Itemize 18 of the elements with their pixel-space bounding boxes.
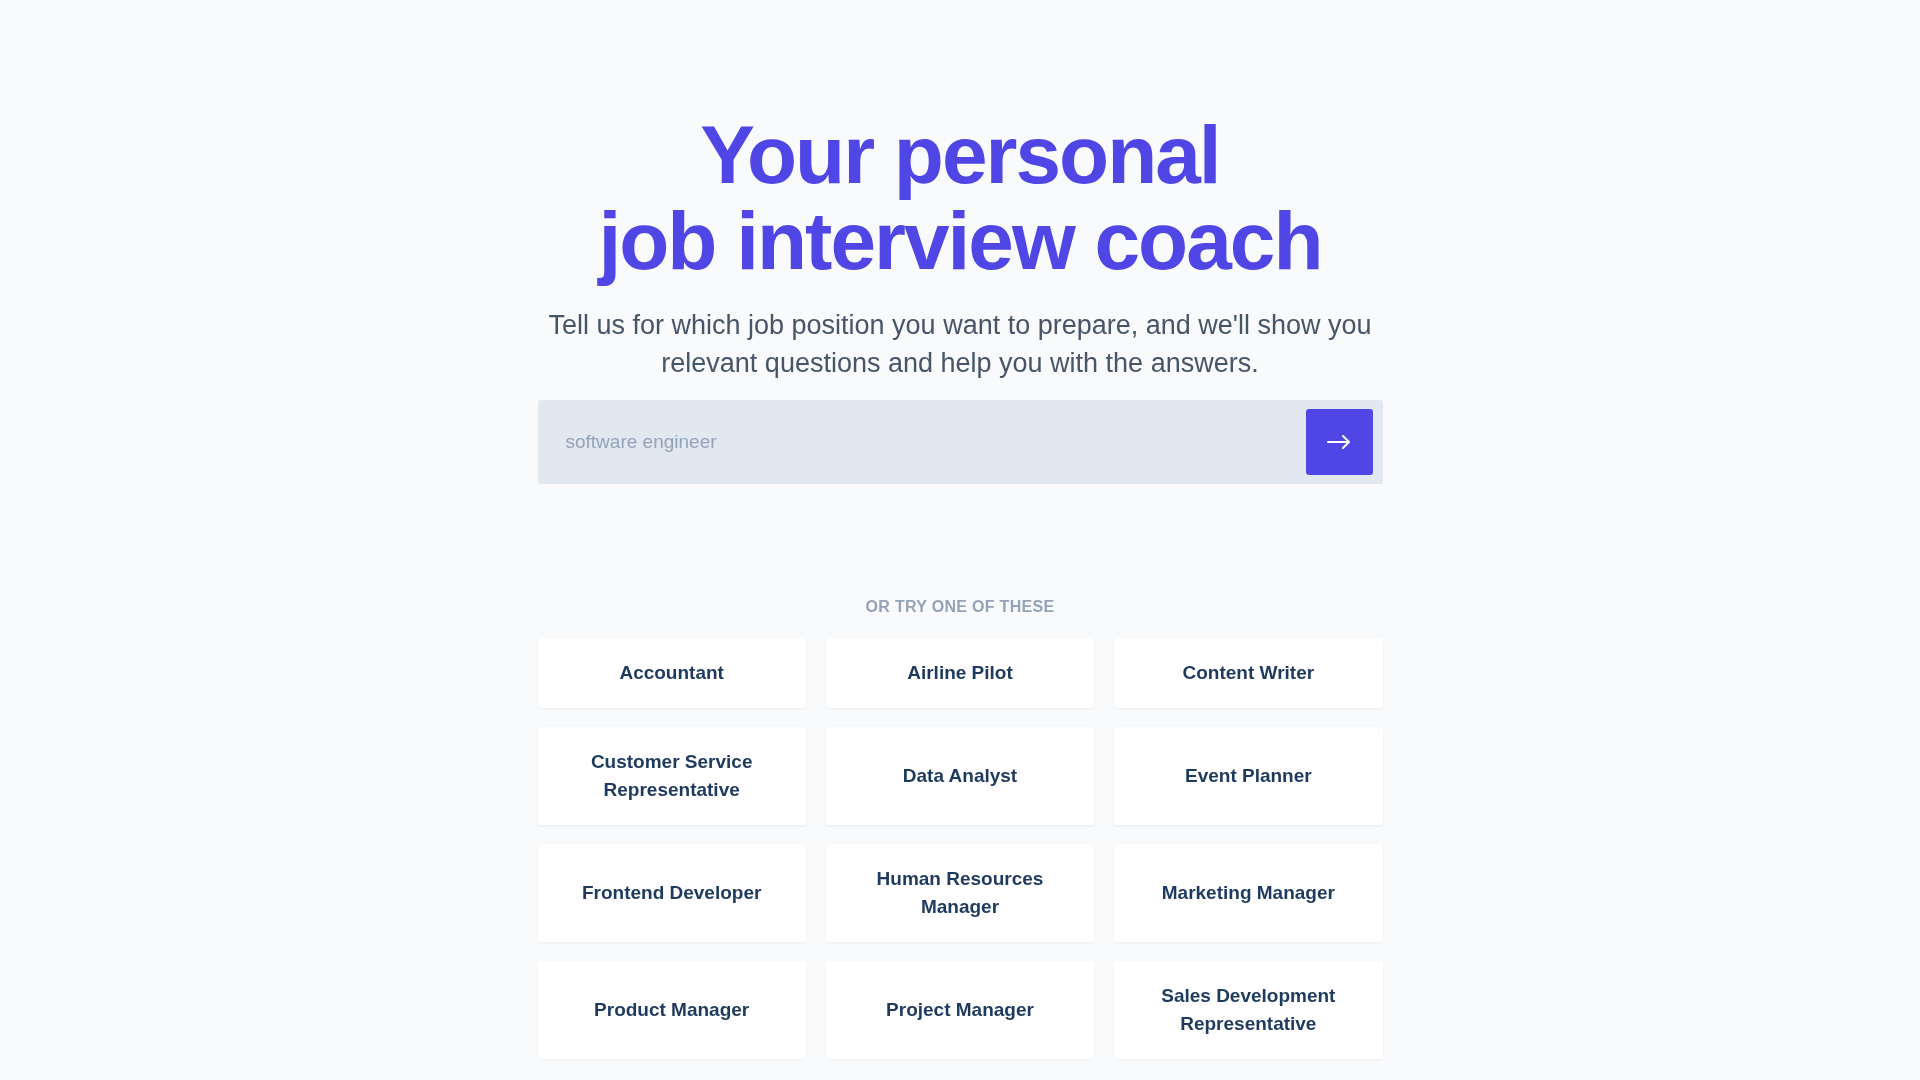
job-suggestion-card[interactable]: Event Planner [1114,727,1383,825]
job-suggestion-card[interactable]: Frontend Developer [537,844,806,942]
job-suggestion-card[interactable]: Product Manager [537,961,806,1059]
job-suggestion-card[interactable]: Human Resources Manager [825,844,1095,942]
submit-button[interactable] [1305,409,1373,475]
headline: Your personal [700,112,1220,198]
job-suggestion-card[interactable]: Marketing Manager [1114,844,1383,942]
subtitle: Tell us for which job position you want to prepare, and we'll show you relevant questions and help you with the answers. [547,309,1373,380]
job-suggestion-card[interactable]: Accountant [537,638,806,708]
job-suggestion-card[interactable]: Sales Development Representative [1114,961,1383,1059]
job-suggestion-card[interactable]: Data Analyst [825,727,1095,825]
search-field[interactable]: software engineer [537,400,1383,484]
section-heading: OR TRY ONE OF THESE [865,598,1055,616]
job-suggestion-card[interactable]: Content Writer [1114,638,1383,708]
arrow-right-icon [1327,435,1351,449]
job-suggestion-card[interactable]: Airline Pilot [825,638,1095,708]
job-suggestion-card[interactable]: Project Manager [825,961,1095,1059]
job-suggestion-card[interactable]: Customer Service Representative [537,727,806,825]
